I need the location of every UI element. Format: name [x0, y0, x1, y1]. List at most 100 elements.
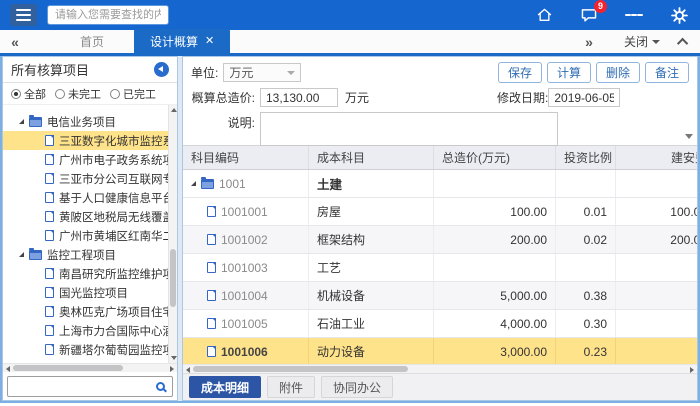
file-icon: [45, 154, 54, 165]
close-icon[interactable]: ✕: [205, 36, 214, 47]
tree-item[interactable]: 南昌研究所监控维护项目: [3, 264, 177, 283]
scrollbar-thumb[interactable]: [170, 249, 176, 307]
column-header: 投资比例: [556, 146, 616, 169]
total-cost-cell: 4,000.00: [434, 310, 556, 337]
search-icon[interactable]: [156, 382, 165, 391]
detail-tab-附件[interactable]: 附件: [267, 376, 315, 398]
table-row[interactable]: 1001002框架结构200.000.02200.00: [183, 226, 697, 254]
tab-inactive[interactable]: 首页: [64, 29, 120, 55]
scrollbar-thumb[interactable]: [193, 366, 408, 372]
table-row[interactable]: 1001土建: [183, 170, 697, 198]
filter-radio-已完工[interactable]: 已完工: [110, 86, 156, 102]
tree-item[interactable]: 广州市黄埔区红南华二街绿灯监: [3, 226, 177, 245]
scroll-down-icon[interactable]: [171, 356, 177, 360]
file-icon: [207, 290, 216, 301]
file-icon: [207, 346, 216, 357]
scroll-left-icon[interactable]: [6, 366, 10, 372]
tree-search-input[interactable]: [12, 380, 156, 392]
message-badge: 9: [594, 0, 607, 13]
chat-icon[interactable]: 9: [580, 6, 598, 24]
home-icon[interactable]: [535, 6, 553, 24]
scroll-right-icon[interactable]: [170, 366, 174, 372]
file-icon: [207, 206, 216, 217]
subject-code: 1001002: [221, 233, 268, 247]
tree-horizontal-scrollbar[interactable]: [3, 363, 177, 372]
file-icon: [45, 268, 54, 279]
scroll-left-icon[interactable]: [186, 367, 190, 373]
total-cost-input[interactable]: [260, 88, 338, 107]
radio-icon[interactable]: [11, 89, 21, 99]
tree-item-label: 南昌研究所监控维护项目: [59, 266, 177, 282]
保存-button[interactable]: 保存: [498, 62, 542, 83]
expand-caret-icon[interactable]: [19, 119, 24, 124]
table-horizontal-scrollbar[interactable]: [183, 364, 697, 373]
tree-item-label: 广州市黄埔区红南华二街绿灯监: [59, 228, 177, 244]
unit-select[interactable]: 万元: [223, 63, 301, 82]
删除-button[interactable]: 删除: [596, 62, 640, 83]
close-tabs-dropdown[interactable]: 关闭: [624, 33, 660, 50]
tabs-scroll-left-icon[interactable]: «: [0, 34, 30, 50]
tree-item[interactable]: 上海市力合国际中心酒店弱电项: [3, 321, 177, 340]
gear-icon[interactable]: [670, 6, 688, 24]
scroll-right-icon[interactable]: [690, 367, 694, 373]
tree-item[interactable]: 广州市电子政务系统项目: [3, 150, 177, 169]
expand-caret-icon[interactable]: [191, 181, 196, 186]
table-row[interactable]: 1001001房屋100.000.01100.00: [183, 198, 697, 226]
scroll-up-icon[interactable]: [171, 108, 177, 112]
tree-item[interactable]: 黄陂区地税局无线覆盖: [3, 207, 177, 226]
tree-item[interactable]: 国光监控项目: [3, 283, 177, 302]
tabs-scroll-right-icon[interactable]: »: [574, 34, 604, 50]
global-search-input[interactable]: [47, 5, 169, 25]
tree-item[interactable]: 基于人口健康信息平台的区域分: [3, 188, 177, 207]
备注-button[interactable]: 备注: [645, 62, 689, 83]
chevron-up-icon[interactable]: [677, 37, 688, 48]
file-icon: [45, 135, 54, 146]
filter-radio-全部[interactable]: 全部: [11, 86, 46, 102]
tab-label: 设计概算: [150, 29, 198, 55]
tree-item[interactable]: 新疆塔尔葡萄园监控项目: [3, 340, 177, 359]
file-icon: [45, 325, 54, 336]
modify-date-input[interactable]: [548, 88, 620, 107]
subject-code: 1001005: [221, 317, 268, 331]
file-icon: [45, 211, 54, 222]
expand-caret-icon[interactable]: [19, 252, 24, 257]
计算-button[interactable]: 计算: [547, 62, 591, 83]
content-area: 所有核算项目 全部未完工已完工 电信业务项目三亚数字化城市监控系统广州市电子政务…: [0, 56, 700, 403]
subject-code-cell: 1001001: [183, 198, 309, 225]
table-row[interactable]: 1001003工艺: [183, 254, 697, 282]
description-textarea[interactable]: [260, 112, 558, 146]
file-icon: [45, 287, 54, 298]
radio-icon[interactable]: [110, 89, 120, 99]
table-row[interactable]: 1001005石油工业4,000.000.30: [183, 310, 697, 338]
detail-tab-成本明细[interactable]: 成本明细: [189, 376, 261, 398]
filter-label: 未完工: [68, 86, 101, 102]
filter-radio-未完工[interactable]: 未完工: [55, 86, 101, 102]
tree-item[interactable]: 监控工程项目: [3, 245, 177, 264]
total-cost-unit: 万元: [345, 89, 369, 106]
menu-icon[interactable]: [625, 6, 643, 24]
tree-item[interactable]: 奥林匹克广场项目住宅楼弱电工: [3, 302, 177, 321]
collapse-panel-icon[interactable]: [154, 62, 169, 77]
tree-item[interactable]: 电信业务项目: [3, 112, 177, 131]
scroll-down-icon[interactable]: [685, 134, 693, 139]
table-row[interactable]: 1001006动力设备3,000.000.23: [183, 338, 697, 364]
tab-list: 首页 设计概算 ✕: [64, 29, 230, 55]
detail-tab-协同办公[interactable]: 协同办公: [321, 376, 393, 398]
tree-item-label: 奥林匹克广场项目住宅楼弱电工: [59, 304, 177, 320]
hamburger-icon[interactable]: [10, 4, 37, 26]
invest-ratio-cell: [556, 170, 616, 197]
invest-ratio-cell: 0.01: [556, 198, 616, 225]
tree-vertical-scrollbar[interactable]: [168, 105, 177, 363]
radio-icon[interactable]: [55, 89, 65, 99]
tabbar: « 首页 设计概算 ✕ » 关闭: [0, 30, 700, 56]
table-row[interactable]: 1001004机械设备5,000.000.38: [183, 282, 697, 310]
scrollbar-thumb[interactable]: [13, 365, 123, 371]
tab-active[interactable]: 设计概算 ✕: [134, 29, 230, 55]
tree-item-label: 广州市电子政务系统项目: [59, 152, 177, 168]
file-icon: [207, 234, 216, 245]
subject-name-cell: 框架结构: [309, 226, 434, 253]
construction-cost-cell: [616, 338, 697, 364]
subject-code-cell: 1001006: [183, 338, 309, 364]
tree-item[interactable]: 三亚市分公司互联网专线接入服: [3, 169, 177, 188]
tree-item[interactable]: 三亚数字化城市监控系统: [3, 131, 177, 150]
